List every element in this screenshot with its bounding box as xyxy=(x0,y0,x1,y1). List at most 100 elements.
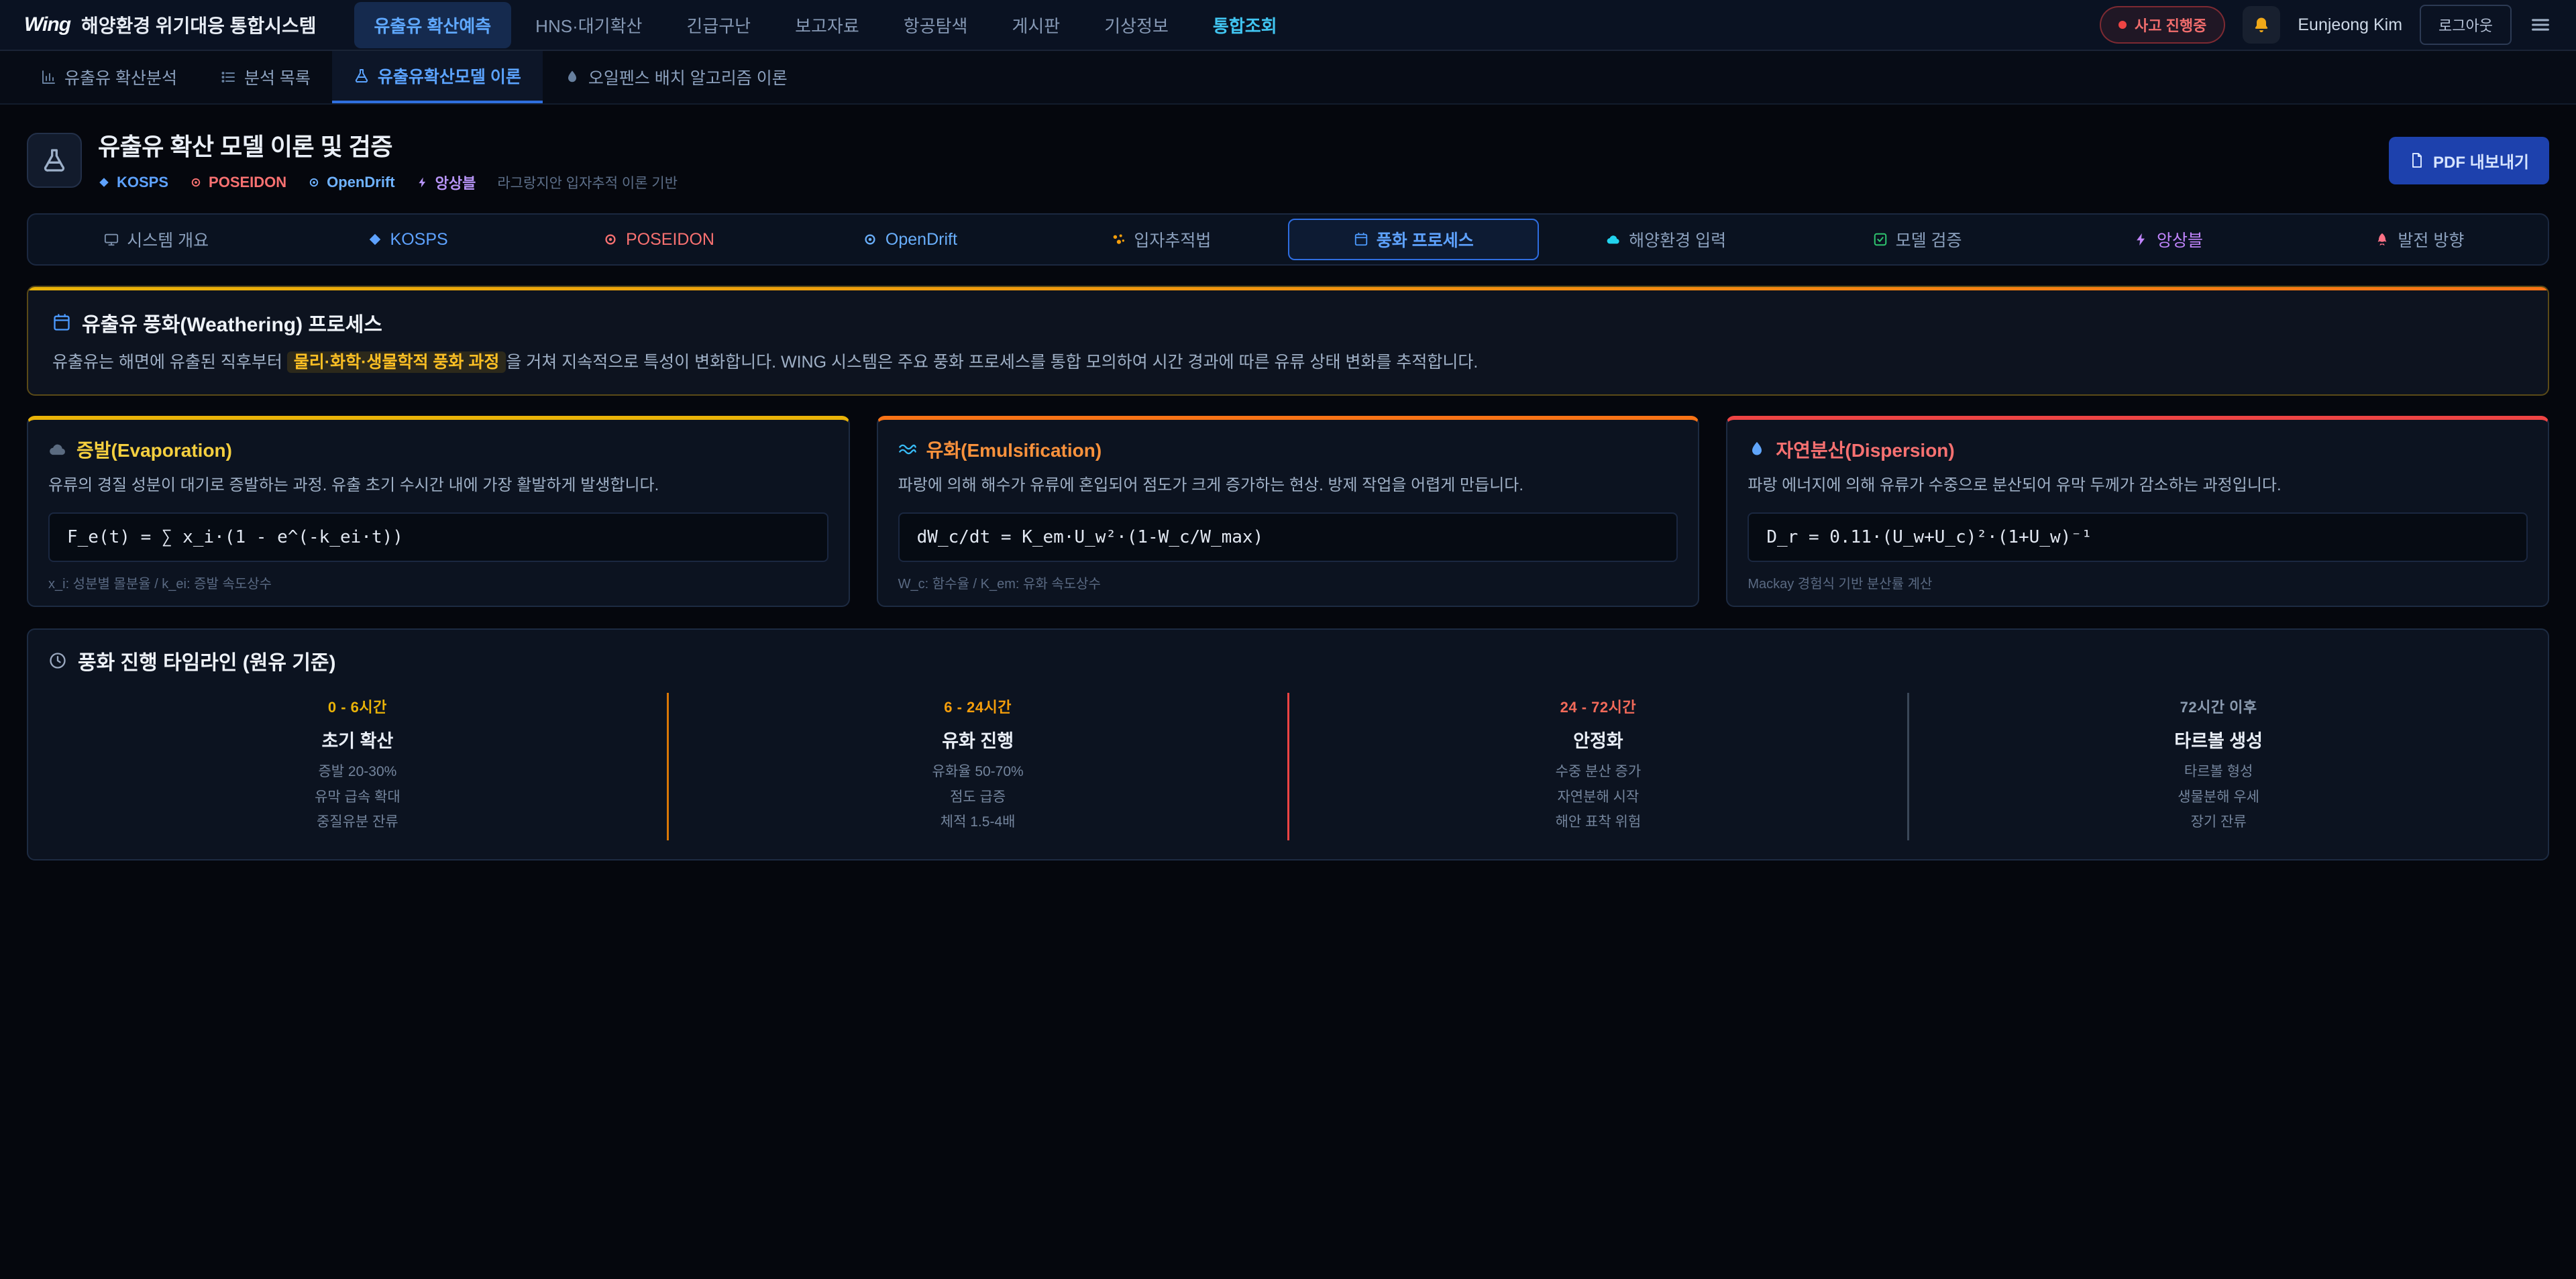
subtab-oil-fence-algorithm-theory[interactable]: 오일펜스 배치 알고리즘 이론 xyxy=(543,51,809,103)
section-tab-kosps[interactable]: KOSPS xyxy=(283,219,531,260)
bell-icon xyxy=(2252,15,2271,34)
stage-item: 유화율 50-70% xyxy=(682,759,1274,785)
ring-dot-icon xyxy=(603,232,618,247)
incident-status-label: 사고 진행중 xyxy=(2135,14,2206,36)
cloud-icon xyxy=(48,440,67,459)
ring-dot-icon xyxy=(190,176,202,188)
nav-item-aerial-search[interactable]: 항공탐색 xyxy=(883,2,988,48)
topbar-right-cluster: 사고 진행중 Eunjeong Kim 로그아웃 xyxy=(2100,5,2552,45)
subtab-label: 유출유확산모델 이론 xyxy=(378,64,521,88)
user-name: Eunjeong Kim xyxy=(2298,15,2402,35)
subtab-analysis-list[interactable]: 분석 목록 xyxy=(199,51,332,103)
card-description: 파랑에 의해 해수가 유류에 혼입되어 점도가 크게 증가하는 현상. 방제 작… xyxy=(898,474,1678,498)
list-icon xyxy=(220,69,236,85)
section-tab-label: POSEIDON xyxy=(626,230,714,249)
calendar-icon xyxy=(1354,232,1368,247)
card-footnote: W_c: 함수율 / K_em: 유화 속도상수 xyxy=(898,573,1678,592)
weathering-panel-title: 유출유 풍화(Weathering) 프로세스 xyxy=(82,308,382,337)
dispersion-card: 자연분산(Dispersion) 파랑 에너지에 의해 유류가 수중으로 분산되… xyxy=(1726,416,2549,607)
nav-item-board[interactable]: 게시판 xyxy=(991,2,1080,48)
nav-item-reports[interactable]: 보고자료 xyxy=(775,2,879,48)
nav-item-integrated-search[interactable]: 통합조회 xyxy=(1193,2,1297,48)
badge-label: KOSPS xyxy=(117,174,168,191)
weathering-panel-title-row: 유출유 풍화(Weathering) 프로세스 xyxy=(52,308,2524,337)
section-tab-model-validation[interactable]: 모델 검증 xyxy=(1793,219,2041,260)
rocket-icon xyxy=(2375,232,2390,247)
badge-label: POSEIDON xyxy=(209,174,286,191)
section-tab-ensemble[interactable]: 앙상블 xyxy=(2044,219,2292,260)
stage-time: 24 - 72시간 xyxy=(1303,696,1894,717)
incident-status-badge[interactable]: 사고 진행중 xyxy=(2100,6,2225,44)
nav-item-hns-air-dispersion[interactable]: HNS·대기확산 xyxy=(515,2,662,48)
header-note: 라그랑지안 입자추적 이론 기반 xyxy=(497,172,678,192)
section-tab-label: 발전 방향 xyxy=(2398,227,2464,252)
wing-logo: Wing xyxy=(24,13,70,36)
document-icon xyxy=(2409,152,2425,168)
nav-item-oil-spill-prediction[interactable]: 유출유 확산예측 xyxy=(354,2,512,48)
section-tab-label: 모델 검증 xyxy=(1896,227,1962,252)
top-navigation-bar: Wing 해양환경 위기대응 통합시스템 유출유 확산예측 HNS·대기확산 긴… xyxy=(0,0,2576,51)
section-tab-ocean-environment-input[interactable]: 해양환경 입력 xyxy=(1542,219,1790,260)
stage-time: 0 - 6시간 xyxy=(62,696,653,717)
card-title: 자연분산(Dispersion) xyxy=(1776,436,1954,463)
nav-item-emergency-rescue[interactable]: 긴급구난 xyxy=(666,2,771,48)
evaporation-formula: F_e(t) = ∑ x_i·(1 - e^(-k_ei·t)) xyxy=(48,512,828,562)
stage-item: 수중 분산 증가 xyxy=(1303,759,1894,785)
timeline-stage-tarball: 72시간 이후 타르볼 생성 타르볼 형성 생물분해 우세 장기 잔류 xyxy=(1907,693,2528,840)
hamburger-icon xyxy=(2529,13,2552,36)
section-tab-future-direction[interactable]: 발전 방향 xyxy=(2296,219,2544,260)
section-tab-particle-tracking[interactable]: 입자추적법 xyxy=(1037,219,1285,260)
badge-ensemble: 앙상블 xyxy=(417,172,476,193)
timeline-title-row: 풍화 진행 타임라인 (원유 기준) xyxy=(48,646,2528,675)
dispersion-card-title-row: 자연분산(Dispersion) xyxy=(1748,436,2528,463)
section-tab-system-overview[interactable]: 시스템 개요 xyxy=(32,219,280,260)
emulsification-formula: dW_c/dt = K_em·U_w²·(1-W_c/W_max) xyxy=(898,512,1678,562)
pdf-export-label: PDF 내보내기 xyxy=(2433,149,2529,172)
badge-kosps: KOSPS xyxy=(98,174,168,191)
cloud-icon xyxy=(1606,232,1621,247)
stage-item: 점도 급증 xyxy=(682,785,1274,810)
stage-item: 자연분해 시작 xyxy=(1303,785,1894,810)
stage-time: 6 - 24시간 xyxy=(682,696,1274,717)
timeline-stage-stabilization: 24 - 72시간 안정화 수중 분산 증가 자연분해 시작 해안 표착 위험 xyxy=(1287,693,1908,840)
subtab-label: 오일펜스 배치 알고리즘 이론 xyxy=(588,65,788,89)
section-tab-weathering-process[interactable]: 풍화 프로세스 xyxy=(1288,219,1539,260)
app-title: 해양환경 위기대응 통합시스템 xyxy=(81,11,316,38)
hamburger-menu-button[interactable] xyxy=(2529,13,2552,36)
wave-icon xyxy=(898,440,917,459)
droplet-icon xyxy=(564,69,580,85)
logout-button[interactable]: 로그아웃 xyxy=(2420,5,2512,45)
pdf-export-button[interactable]: PDF 내보내기 xyxy=(2389,137,2549,184)
weathering-inner: 유출유 풍화(Weathering) 프로세스 유출유는 해면에 유출된 직후부… xyxy=(28,290,2548,394)
droplet-icon xyxy=(1748,440,1766,459)
subtab-spill-analysis[interactable]: 유출유 확산분석 xyxy=(19,51,199,103)
timeline-stage-emulsification: 6 - 24시간 유화 진행 유화율 50-70% 점도 급증 체적 1.5-4… xyxy=(667,693,1287,840)
particles-icon xyxy=(1111,232,1126,247)
model-badge-row: KOSPS POSEIDON OpenDrift 앙상블 라그랑지안 입자추적 … xyxy=(98,172,678,193)
card-description: 파랑 에너지에 의해 유류가 수중으로 분산되어 유막 두께가 감소하는 과정입… xyxy=(1748,474,2528,498)
stage-item: 유막 급속 확대 xyxy=(62,785,653,810)
brand: Wing 해양환경 위기대응 통합시스템 xyxy=(24,11,317,38)
page-title: 유출유 확산 모델 이론 및 검증 xyxy=(98,127,678,162)
subtab-label: 유출유 확산분석 xyxy=(64,65,177,89)
stage-phase: 안정화 xyxy=(1303,726,1894,753)
section-tab-poseidon[interactable]: POSEIDON xyxy=(535,219,783,260)
page-header: 유출유 확산 모델 이론 및 검증 KOSPS POSEIDON OpenDri… xyxy=(0,105,2576,208)
subtab-diffusion-model-theory[interactable]: 유출유확산모델 이론 xyxy=(332,51,543,103)
section-tab-opendrift[interactable]: OpenDrift xyxy=(786,219,1034,260)
stage-time: 72시간 이후 xyxy=(1923,696,2514,717)
bolt-icon xyxy=(2134,232,2149,247)
notification-bell-button[interactable] xyxy=(2243,6,2280,44)
stage-phase: 유화 진행 xyxy=(682,726,1274,753)
calendar-icon xyxy=(52,313,71,332)
card-title: 유화(Emulsification) xyxy=(926,436,1102,463)
weathering-text-highlight: 물리·화학·생물학적 풍화 과정 xyxy=(287,351,506,373)
timeline-stage-initial-spread: 0 - 6시간 초기 확산 증발 20-30% 유막 급속 확대 중질유분 잔류 xyxy=(48,693,667,840)
nav-item-weather-info[interactable]: 기상정보 xyxy=(1084,2,1189,48)
stage-item: 중질유분 잔류 xyxy=(62,810,653,835)
diamond-icon xyxy=(368,232,382,247)
main-nav: 유출유 확산예측 HNS·대기확산 긴급구난 보고자료 항공탐색 게시판 기상정… xyxy=(354,2,1297,48)
weathering-timeline-panel: 풍화 진행 타임라인 (원유 기준) 0 - 6시간 초기 확산 증발 20-3… xyxy=(27,628,2549,860)
section-tab-label: 시스템 개요 xyxy=(127,227,209,252)
evaporation-card: 증발(Evaporation) 유류의 경질 성분이 대기로 증발하는 과정. … xyxy=(27,416,850,607)
